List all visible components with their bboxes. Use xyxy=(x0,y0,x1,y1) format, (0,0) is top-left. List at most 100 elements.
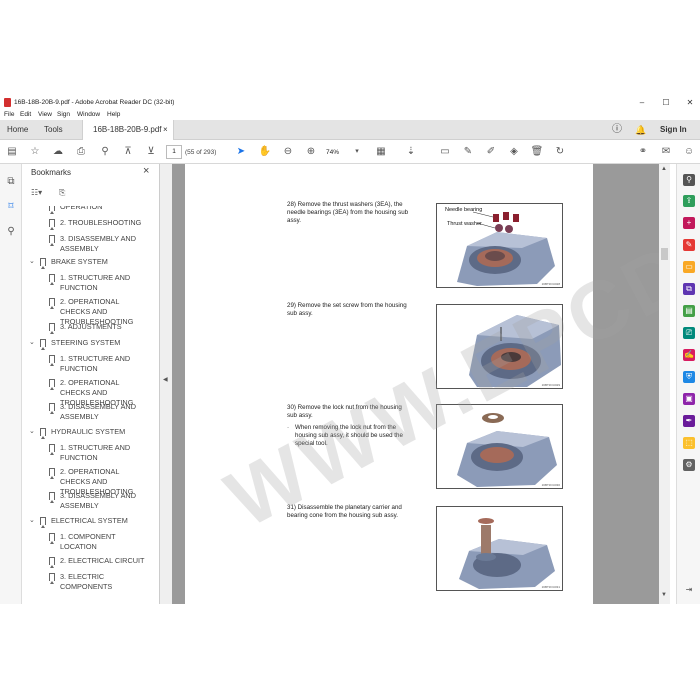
upload-cloud-icon[interactable]: ☁ xyxy=(51,145,65,159)
fill-sign-icon[interactable]: ✍ xyxy=(683,349,695,361)
comment-icon[interactable]: ▭ xyxy=(438,145,452,159)
maximize-button[interactable]: ☐ xyxy=(656,96,676,109)
step-30-text: 30) Remove the lock nut from the housing… xyxy=(287,404,402,420)
tab-document[interactable]: 16B-18B-20B-9.pdf × xyxy=(82,120,174,140)
menu-file[interactable]: File xyxy=(4,111,14,118)
email-icon[interactable]: ✉ xyxy=(659,145,673,159)
help-icon[interactable]: ⓘ xyxy=(612,120,622,140)
zoom-in-icon[interactable]: ⊕ xyxy=(304,145,318,159)
edit-pdf-icon[interactable]: ✎ xyxy=(683,239,695,251)
print-icon[interactable]: ⎙ xyxy=(74,145,88,159)
stamp-icon[interactable]: ◈ xyxy=(507,145,521,159)
bookmark-item[interactable]: 3. DISASSEMBLY AND ASSEMBLY xyxy=(22,491,152,511)
delete-trash-icon[interactable]: 🗑 xyxy=(530,145,544,159)
expand-chevron-icon[interactable]: ⌄ xyxy=(29,257,35,267)
bookmark-flag-icon xyxy=(49,235,55,246)
scroll-up-icon[interactable]: ▲ xyxy=(661,166,667,172)
bookmark-item[interactable]: 3. ELECTRIC COMPONENTS xyxy=(22,572,152,592)
highlight-pen-icon[interactable]: ✎ xyxy=(461,145,475,159)
tab-home[interactable]: Home xyxy=(7,120,28,140)
bookmark-item[interactable]: 3. DISASSEMBLY AND ASSEMBLY xyxy=(22,402,152,422)
zoom-out-icon[interactable]: ⊖ xyxy=(281,145,295,159)
link-icon[interactable]: ⚭ xyxy=(636,145,650,159)
document-scroll-thumb[interactable] xyxy=(661,248,668,260)
bookmark-label: 3. DISASSEMBLY AND ASSEMBLY xyxy=(60,491,136,510)
collapse-arrow-icon: ◀ xyxy=(163,377,168,383)
hand-tool-icon[interactable]: ✋ xyxy=(258,145,272,159)
sign-in-button[interactable]: Sign In xyxy=(660,120,687,140)
menu-sign[interactable]: Sign xyxy=(57,111,70,118)
menu-edit[interactable]: Edit xyxy=(20,111,31,118)
compress-icon[interactable]: ▣ xyxy=(683,393,695,405)
save-icon[interactable]: ▤ xyxy=(5,145,19,159)
expand-chevron-icon[interactable]: ⌄ xyxy=(29,516,35,526)
bookmark-label: 3. DISASSEMBLY AND ASSEMBLY xyxy=(60,234,136,253)
combine-files-icon[interactable]: ⧉ xyxy=(683,283,695,295)
document-scrollbar[interactable]: ▲ ▼ xyxy=(659,164,670,604)
attachments-paperclip-icon[interactable]: ⚲ xyxy=(5,226,17,238)
bookmark-item[interactable]: OPERATION xyxy=(22,206,152,214)
signature-icon[interactable]: ✒ xyxy=(683,415,695,427)
zoom-chevron-down-icon[interactable]: ▾ xyxy=(350,145,364,159)
comment-tool-icon[interactable]: ▭ xyxy=(683,261,695,273)
create-pdf-icon[interactable]: + xyxy=(683,217,695,229)
minimize-button[interactable]: – xyxy=(632,96,652,109)
bookmark-item[interactable]: 1. COMPONENT LOCATION xyxy=(22,532,152,552)
bookmark-section[interactable]: ⌄ STEERING SYSTEM xyxy=(22,338,152,350)
menu-bar: File Edit View Sign Window Help xyxy=(0,109,700,120)
draw-icon[interactable]: ✐ xyxy=(484,145,498,159)
page-number-input[interactable]: 1 xyxy=(166,145,182,159)
account-icon[interactable]: ☺ xyxy=(682,145,696,159)
bookmark-label: BRAKE SYSTEM xyxy=(51,257,108,266)
bookmark-section[interactable]: ⌄ BRAKE SYSTEM xyxy=(22,257,152,269)
close-tab-icon[interactable]: × xyxy=(163,120,168,140)
previous-page-icon[interactable]: ⊼ xyxy=(121,145,135,159)
bookmark-section[interactable]: ⌄ HYDRAULIC SYSTEM xyxy=(22,427,152,439)
bookmark-label: HYDRAULIC SYSTEM xyxy=(51,427,126,436)
bookmark-item[interactable]: 1. STRUCTURE AND FUNCTION xyxy=(22,443,152,463)
bookmark-item[interactable]: 2. OPERATIONAL CHECKS AND TROUBLESHOOTIN… xyxy=(22,378,152,407)
expand-rail-icon[interactable]: ⇥ xyxy=(683,584,695,596)
menu-view[interactable]: View xyxy=(38,111,52,118)
bookmark-item[interactable]: 2. TROUBLESHOOTING xyxy=(22,218,152,230)
close-bookmarks-icon[interactable]: × xyxy=(143,165,149,177)
bookmark-item[interactable]: 3. DISASSEMBLY AND ASSEMBLY xyxy=(22,234,152,254)
select-cursor-icon[interactable]: ➤ xyxy=(234,145,248,159)
bookmark-options-icon[interactable]: ☷▾ xyxy=(31,188,42,197)
more-tools-icon[interactable]: ⚙ xyxy=(683,459,695,471)
search-tool-icon[interactable]: ⚲ xyxy=(683,174,695,186)
bookmark-item[interactable]: 1. STRUCTURE AND FUNCTION xyxy=(22,354,152,374)
bookmark-flag-icon xyxy=(49,573,55,584)
notifications-bell-icon[interactable]: 🔔 xyxy=(635,120,646,140)
tab-tools[interactable]: Tools xyxy=(44,120,63,140)
export-pdf-icon[interactable]: ⇪ xyxy=(683,195,695,207)
bookmark-item[interactable]: 2. ELECTRICAL CIRCUIT xyxy=(22,556,152,568)
bookmark-label: 2. TROUBLESHOOTING xyxy=(60,218,142,227)
menu-help[interactable]: Help xyxy=(107,111,120,118)
rotate-icon[interactable]: ↻ xyxy=(553,145,567,159)
next-page-icon[interactable]: ⊻ xyxy=(144,145,158,159)
bookmark-item[interactable]: 3. ADJUSTMENTS xyxy=(22,322,152,334)
close-window-button[interactable]: ✕ xyxy=(680,96,700,109)
document-viewport[interactable]: 28) Remove the thrust washers (3EA), the… xyxy=(172,164,659,604)
zoom-search-icon[interactable]: ⚲ xyxy=(98,145,112,159)
bookmark-item[interactable]: 2. OPERATIONAL CHECKS AND TROUBLESHOOTIN… xyxy=(22,467,152,496)
scroll-down-icon[interactable]: ▼ xyxy=(661,592,667,598)
bookmark-item[interactable]: 1. STRUCTURE AND FUNCTION xyxy=(22,273,152,293)
protect-shield-icon[interactable]: ⛨ xyxy=(683,371,695,383)
organize-pages-icon[interactable]: ▤ xyxy=(683,305,695,317)
expand-bookmark-icon[interactable]: ⎘ xyxy=(59,188,65,198)
bookmarks-panel-icon[interactable]: ⌑ xyxy=(5,201,17,213)
page-view-icon[interactable]: ▦ xyxy=(374,145,388,159)
send-comments-icon[interactable]: ⬚ xyxy=(683,437,695,449)
bookmark-item[interactable]: 2. OPERATIONAL CHECKS AND TROUBLESHOOTIN… xyxy=(22,297,152,326)
page-thumbnails-icon[interactable]: ⧉ xyxy=(5,176,17,188)
panel-collapse-handle[interactable]: ◀ xyxy=(160,164,172,604)
menu-window[interactable]: Window xyxy=(77,111,100,118)
bookmark-star-icon[interactable]: ☆ xyxy=(28,145,42,159)
bookmark-section[interactable]: ⌄ ELECTRICAL SYSTEM xyxy=(22,516,152,528)
expand-chevron-icon[interactable]: ⌄ xyxy=(29,427,35,437)
scroll-mode-icon[interactable]: ⇣ xyxy=(404,145,418,159)
expand-chevron-icon[interactable]: ⌄ xyxy=(29,338,35,348)
scan-ocr-icon[interactable]: ⎚ xyxy=(683,327,695,339)
